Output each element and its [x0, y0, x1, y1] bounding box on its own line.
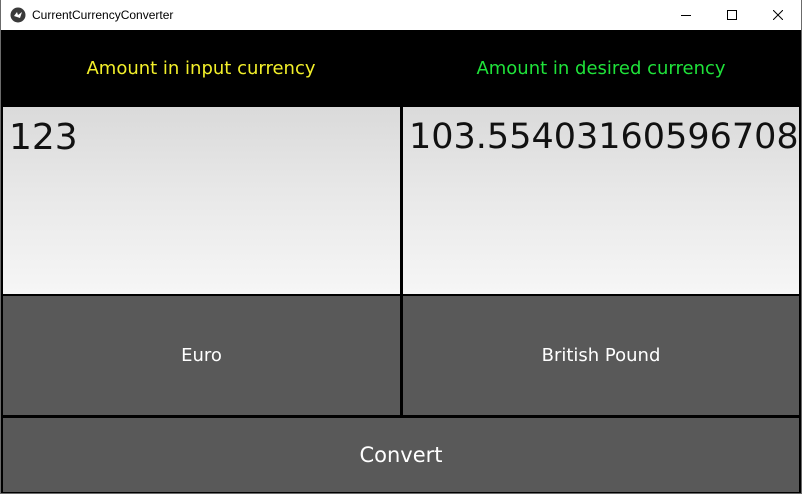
title-bar[interactable]: CurrentCurrencyConverter	[1, 0, 801, 30]
window-title: CurrentCurrencyConverter	[32, 8, 174, 22]
desired-currency-label: Amount in desired currency	[476, 57, 726, 79]
output-amount-field[interactable]: 103.55403160596708	[403, 107, 799, 294]
maximize-button[interactable]	[709, 0, 755, 30]
from-currency-button[interactable]: Euro	[3, 296, 400, 415]
to-currency-button[interactable]: British Pound	[403, 296, 799, 415]
maximize-icon	[727, 10, 737, 20]
minimize-icon	[681, 15, 691, 16]
window-controls	[663, 0, 801, 30]
minimize-button[interactable]	[663, 0, 709, 30]
input-currency-label: Amount in input currency	[86, 57, 316, 79]
close-icon	[773, 10, 783, 20]
app-window: CurrentCurrencyConverter Amount in input…	[0, 0, 802, 494]
input-amount-field[interactable]: 123	[3, 107, 400, 294]
kivy-logo-icon	[10, 7, 26, 23]
close-button[interactable]	[755, 0, 801, 30]
convert-button[interactable]: Convert	[3, 418, 799, 492]
